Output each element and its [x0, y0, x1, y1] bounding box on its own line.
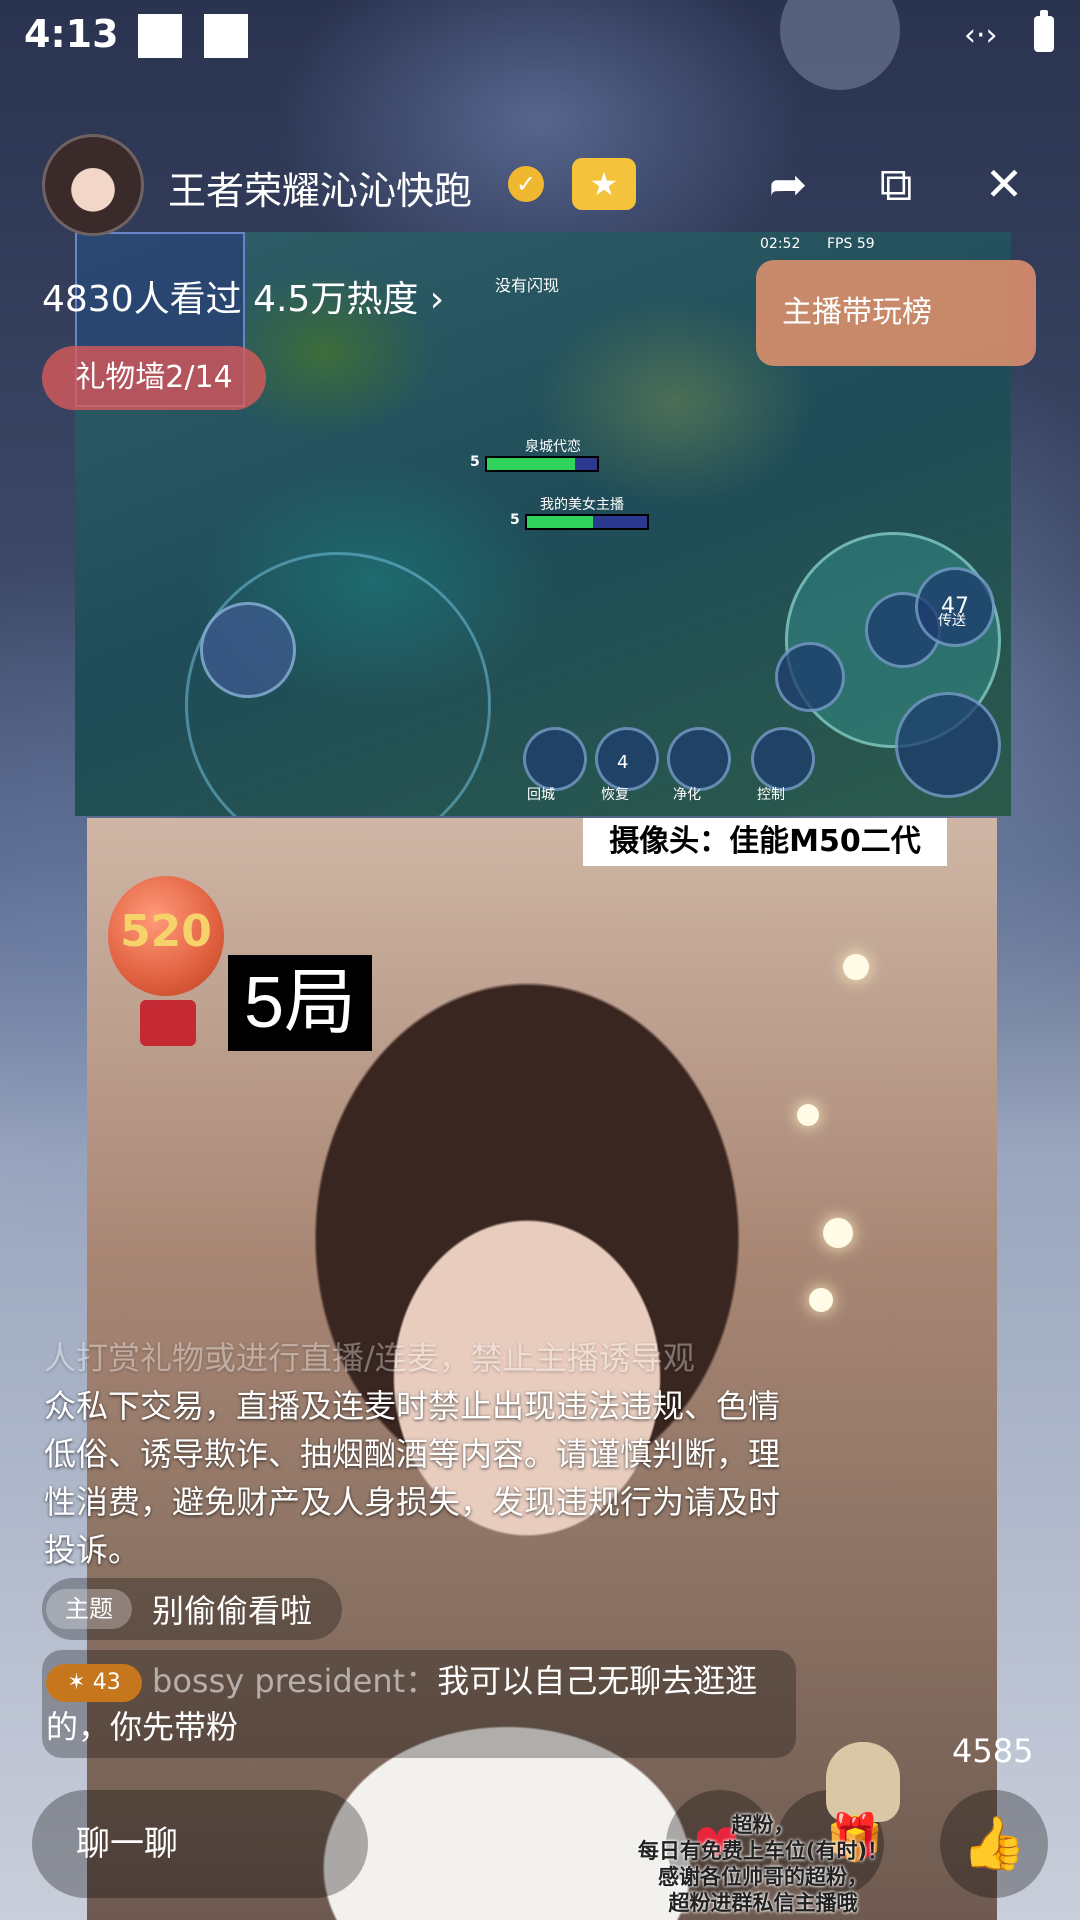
data-transfer-icon: ‹·›: [964, 18, 998, 53]
chat-input-button[interactable]: 聊一聊: [32, 1790, 368, 1898]
skill-counter-label: 传送: [938, 613, 966, 629]
player-level: 5: [510, 512, 520, 528]
game-skill-counter: 47: [915, 567, 995, 647]
camera-label: 摄像头：佳能M50二代: [583, 818, 947, 866]
recall-button: [523, 727, 587, 791]
player-health-bar: [525, 514, 649, 530]
cleanse-button: [667, 727, 731, 791]
skill-label-cleanse: 净化: [673, 787, 701, 803]
like-count: 4585: [952, 1732, 1034, 1770]
topic-row: 主题 别偷偷看啦: [42, 1578, 343, 1640]
promo-line-1: 超粉，: [731, 1813, 795, 1837]
round-count-label: 5局: [228, 955, 372, 1051]
game-time: 02:52: [760, 236, 801, 252]
gift-wall-button[interactable]: 礼物墙2/14: [42, 346, 266, 410]
notification-icon: [138, 14, 182, 58]
chat-message[interactable]: ✶ 43 bossy president：我可以自己无聊去逛逛的，你先带粉: [42, 1650, 796, 1758]
topic-badge: 主题: [46, 1589, 132, 1629]
skill-label-recall: 回城: [527, 787, 555, 803]
topic-text: 别偷偷看啦: [152, 1592, 313, 1630]
follow-button[interactable]: ★: [572, 158, 636, 210]
balloon-text: 520: [120, 906, 212, 957]
promo-line-4: 超粉进群私信主播哦: [668, 1891, 858, 1915]
streamer-name[interactable]: 王者荣耀沁沁快跑: [168, 160, 472, 215]
verified-badge-icon: ✓: [508, 166, 544, 202]
chat-username[interactable]: bossy president：: [152, 1662, 437, 1700]
game-attack-button: [895, 692, 1001, 798]
bokeh-light: [843, 954, 869, 980]
bokeh-light: [809, 1288, 833, 1312]
share-icon[interactable]: ➦: [758, 154, 818, 214]
thumbs-up-icon: 👍: [961, 1814, 1027, 1874]
ranking-button[interactable]: 主播带玩榜: [756, 260, 1036, 366]
fan-level-badge: ✶ 43: [46, 1664, 142, 1702]
promo-overlay: 超粉， 每日有免费上车位(有时)！ 感谢各位帅哥的超粉， 超粉进群私信主播哦: [598, 1812, 928, 1916]
notification-icon: [204, 14, 248, 58]
notice-text: 众私下交易，直播及连麦时禁止出现违法违规、色情低俗、诱导欺诈、抽烟酗酒等内容。请…: [44, 1387, 781, 1569]
like-button[interactable]: 👍: [940, 1790, 1048, 1898]
chevron-right-icon: ›: [429, 279, 445, 320]
status-time: 4:13: [24, 12, 119, 56]
balloon-gift-icon[interactable]: 520: [108, 876, 224, 996]
status-bar: 4:13 ‹·›: [0, 0, 1080, 72]
screen-switch-icon[interactable]: ⧉: [866, 154, 926, 214]
game-enemy-tag: 没有闪现: [495, 276, 560, 295]
game-player-tag: 我的美女主播: [540, 497, 624, 513]
close-icon[interactable]: ✕: [974, 154, 1034, 214]
ally-health-bar: [485, 456, 599, 472]
game-ally-tag: 泉城代恋: [525, 439, 581, 455]
game-skill-button: [775, 642, 845, 712]
heal-count: 4: [617, 752, 629, 773]
heat-value: 4.5万热度: [253, 279, 419, 320]
notice-faded-line: 人打赏礼物或进行直播/连麦，禁止主播诱导观: [44, 1339, 695, 1377]
viewer-count: 4830人看过: [42, 279, 242, 320]
balloon-basket: [140, 1000, 196, 1046]
battery-icon: [1034, 10, 1054, 52]
bokeh-light: [823, 1218, 853, 1248]
bokeh-light: [797, 1104, 819, 1126]
platform-notice: 人打赏礼物或进行直播/连麦，禁止主播诱导观 众私下交易，直播及连麦时禁止出现违法…: [44, 1334, 794, 1574]
fan-level-value: 43: [92, 1670, 121, 1695]
promo-line-3: 感谢各位帅哥的超粉，: [658, 1865, 868, 1889]
skill-label-control: 控制: [757, 787, 785, 803]
skill-label-heal: 恢复: [601, 787, 629, 803]
game-joystick: [200, 602, 296, 698]
ally-level: 5: [470, 454, 480, 470]
promo-line-2: 每日有免费上车位(有时)！: [637, 1839, 889, 1863]
viewer-heat-row[interactable]: 4830人看过 4.5万热度 ›: [42, 270, 444, 322]
control-button: [751, 727, 815, 791]
game-fps: FPS 59: [827, 236, 875, 252]
streamer-avatar[interactable]: [42, 134, 144, 236]
